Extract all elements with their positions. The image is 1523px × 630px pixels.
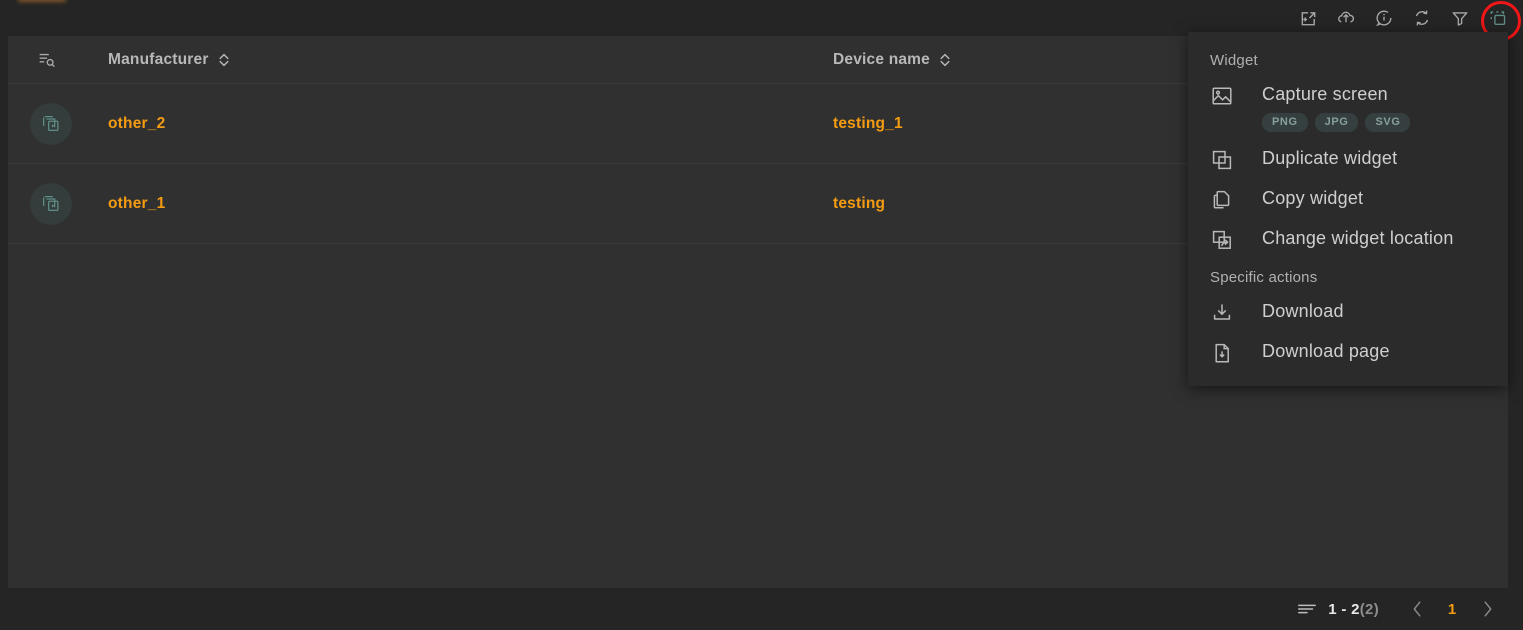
move-location-icon [1210,226,1262,252]
chip-png[interactable]: PNG [1262,113,1308,132]
pagination-page-1[interactable]: 1 [1437,601,1467,618]
duplicate-icon [1210,146,1262,172]
chip-svg[interactable]: SVG [1365,113,1411,132]
row-avatar[interactable] [8,102,108,145]
sort-arrows-icon[interactable] [218,52,230,68]
menu-item-copy-widget-label: Copy widget [1262,188,1364,208]
add-to-dashboard-icon[interactable] [1289,1,1327,35]
widget-toolbar [1289,0,1523,41]
cell-manufacturer[interactable]: other_1 [108,195,833,213]
menu-item-change-widget-location-label: Change widget location [1262,228,1454,248]
menu-item-capture-screen[interactable]: Capture screen PNG JPG SVG [1188,75,1508,139]
menu-section-widget-title: Widget [1210,52,1258,69]
download-page-icon [1210,339,1262,365]
menu-item-download-page[interactable]: Download page [1188,332,1508,372]
image-icon [1210,82,1262,108]
filter-icon[interactable] [1441,1,1479,35]
sort-arrows-icon[interactable] [939,52,951,68]
menu-item-download-page-label: Download page [1262,341,1390,361]
upload-cloud-icon[interactable] [1327,1,1365,35]
refresh-icon[interactable] [1403,1,1441,35]
pagination-total: (2) [1359,600,1379,618]
widget-table-screen: Manufacturer Device name other_2 testing… [0,0,1523,630]
pagination-range: 1 - 2(2) [1328,601,1379,618]
column-header-manufacturer-label: Manufacturer [108,50,209,68]
menu-item-download[interactable]: Download [1188,292,1508,332]
pagination-next-button[interactable] [1467,591,1507,627]
widget-context-menu: Widget Capture screen PNG JPG SVG Duplic… [1188,32,1508,386]
table-footer: 1 - 2(2) 1 [8,588,1523,630]
cell-manufacturer[interactable]: other_2 [108,115,833,133]
list-search-icon[interactable] [8,49,108,71]
column-header-device-name-label: Device name [833,50,930,68]
copy-icon [1210,186,1262,212]
download-icon [1210,299,1262,325]
row-avatar[interactable] [8,182,108,225]
menu-item-capture-screen-label: Capture screen [1262,84,1388,104]
menu-item-download-label: Download [1262,301,1344,321]
column-header-manufacturer[interactable]: Manufacturer [108,51,833,69]
capture-format-chips: PNG JPG SVG [1262,113,1411,132]
rows-per-page-icon[interactable] [1296,601,1318,617]
top-accent-bar [18,0,66,2]
widget-stack-play-icon [43,195,59,211]
info-icon[interactable] [1365,1,1403,35]
menu-item-duplicate-widget[interactable]: Duplicate widget [1188,139,1508,179]
menu-item-duplicate-widget-label: Duplicate widget [1262,148,1398,168]
menu-item-copy-widget[interactable]: Copy widget [1188,179,1508,219]
menu-section-specific-actions-title: Specific actions [1210,269,1318,286]
widget-actions-icon[interactable] [1479,1,1521,41]
chip-jpg[interactable]: JPG [1314,113,1359,132]
pagination-prev-button[interactable] [1397,591,1437,627]
widget-stack-play-icon [43,115,59,131]
menu-item-change-widget-location[interactable]: Change widget location [1188,219,1508,259]
pagination-range-text: 1 - 2 [1328,600,1360,618]
